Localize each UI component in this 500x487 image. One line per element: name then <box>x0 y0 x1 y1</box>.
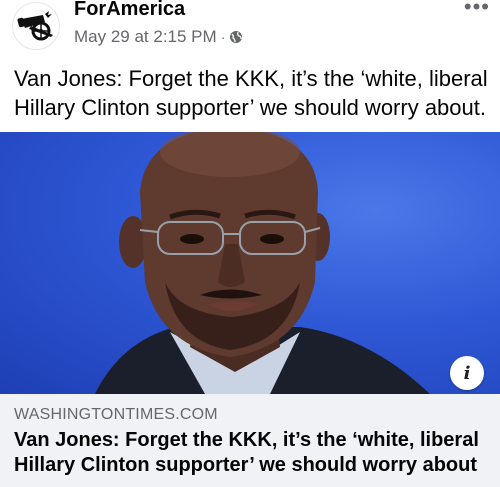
globe-icon <box>230 31 243 43</box>
facebook-post: ForAmerica May 29 at 2:15 PM · ••• Van J… <box>0 0 500 487</box>
meta-separator: · <box>220 29 226 45</box>
post-timestamp[interactable]: May 29 at 2:15 PM <box>74 27 217 47</box>
post-meta: May 29 at 2:15 PM · <box>74 27 243 47</box>
page-avatar[interactable] <box>12 2 60 50</box>
link-domain: WASHINGTONTIMES.COM <box>14 406 218 423</box>
more-options-button[interactable]: ••• <box>464 0 490 20</box>
post-caption: Van Jones: Forget the KKK, it’s the ‘whi… <box>14 66 488 120</box>
post-header: ForAmerica May 29 at 2:15 PM · ••• <box>0 0 500 56</box>
info-button[interactable]: i <box>450 356 484 390</box>
link-preview-box[interactable]: WASHINGTONTIMES.COM Van Jones: Forget th… <box>0 394 500 487</box>
link-title[interactable]: Van Jones: Forget the KKK, it’s the ‘whi… <box>14 428 494 478</box>
cannon-logo-icon <box>17 11 53 41</box>
link-preview-image[interactable]: i <box>0 132 500 394</box>
page-name[interactable]: ForAmerica <box>74 0 185 21</box>
man-portrait-image <box>95 132 430 394</box>
